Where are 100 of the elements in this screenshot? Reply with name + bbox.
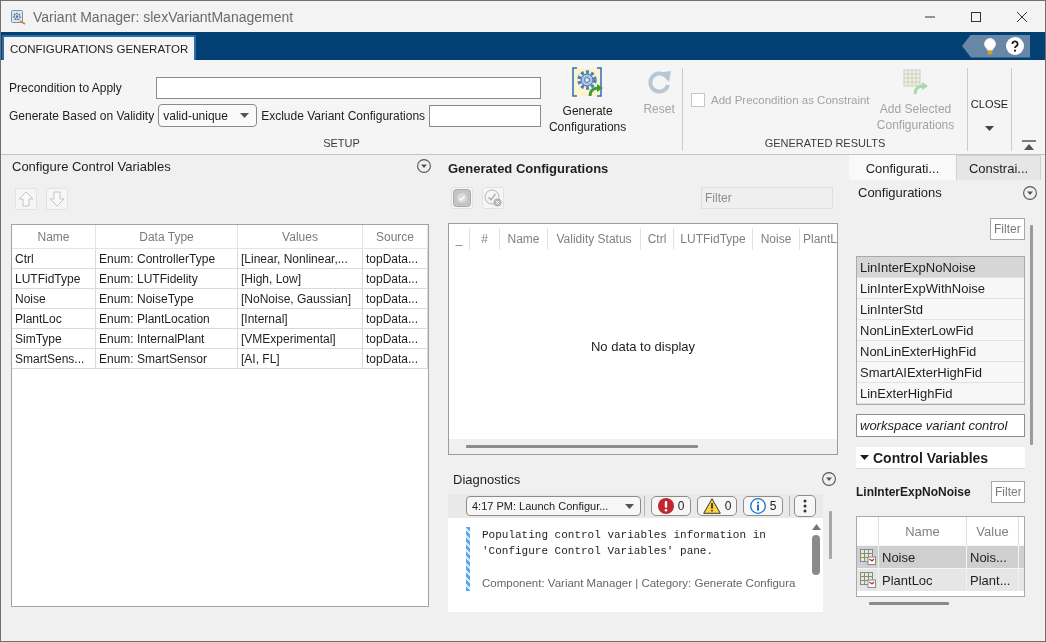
error-count-button[interactable]: 0 bbox=[651, 496, 691, 516]
gear-arrow-icon bbox=[571, 67, 604, 97]
caret-icon bbox=[240, 113, 250, 118]
table-cell: SmartSens... bbox=[12, 349, 96, 369]
empty-message: No data to display bbox=[590, 339, 696, 354]
panel-tab[interactable]: Configurati... bbox=[849, 155, 956, 180]
more-button[interactable] bbox=[794, 495, 816, 517]
column-header[interactable]: Validity Status bbox=[548, 228, 641, 250]
check-square-icon bbox=[453, 188, 471, 207]
column-header[interactable]: Name bbox=[500, 228, 548, 250]
collapse-icon[interactable] bbox=[1021, 140, 1036, 150]
scrollbar-thumb[interactable] bbox=[466, 445, 698, 448]
table-cell: PlantLoc bbox=[12, 309, 96, 329]
ribbon-tab[interactable]: CONFIGURATIONS GENERATOR bbox=[2, 35, 197, 60]
pane-menu-icon[interactable] bbox=[822, 472, 836, 486]
caret-icon bbox=[985, 126, 994, 131]
table-cell: [AI, FL] bbox=[238, 349, 363, 369]
table-cell: topData... bbox=[363, 329, 428, 349]
list-item[interactable]: NonLinExterHighFid bbox=[857, 341, 1024, 362]
info-count-button[interactable]: 5 bbox=[743, 496, 783, 516]
pane-title: Configure Control Variables bbox=[12, 158, 171, 174]
table-cell: topData... bbox=[363, 249, 428, 269]
message-text: Populating control variables information in 'Configure Control Variables' pane. bbox=[482, 528, 767, 559]
table-cell: SimType bbox=[12, 329, 96, 349]
error-icon bbox=[657, 498, 674, 514]
table-cell: Enum: ControllerType bbox=[96, 249, 238, 269]
list-item[interactable]: NonLinExterLowFid bbox=[857, 320, 1024, 341]
column-header[interactable]: Noise bbox=[753, 228, 800, 250]
table-cell: Enum: SmartSensor bbox=[96, 349, 238, 369]
lightbulb-icon[interactable] bbox=[984, 37, 996, 55]
scroll-up-icon[interactable] bbox=[811, 524, 821, 530]
column-header[interactable]: Source bbox=[363, 225, 428, 249]
minimize-icon[interactable] bbox=[925, 15, 935, 18]
filter-field[interactable]: Filter bbox=[990, 218, 1025, 240]
generate-button[interactable]: Generate Configurations bbox=[545, 60, 631, 137]
field-label: Precondition to Apply bbox=[9, 81, 123, 95]
table-cell: [NoNoise, Gaussian] bbox=[238, 289, 363, 309]
table-row[interactable]: PlantLoc Plant... bbox=[857, 568, 1024, 591]
table-cell: [Linear, Nonlinear,... bbox=[238, 249, 363, 269]
column-header[interactable]: Values bbox=[238, 225, 363, 249]
validity-dropdown[interactable]: valid-unique bbox=[158, 104, 258, 127]
caret-icon bbox=[625, 503, 634, 509]
exclude-field[interactable] bbox=[429, 104, 542, 127]
section-title: GENERATED RESULTS bbox=[764, 137, 886, 149]
scrollbar-thumb[interactable] bbox=[812, 535, 820, 575]
scrollbar-thumb[interactable] bbox=[869, 602, 949, 605]
table-cell: Noise bbox=[12, 289, 96, 309]
list-item[interactable]: LinInterExpWithNoise bbox=[857, 278, 1024, 299]
info-icon bbox=[749, 498, 766, 514]
scrollbar-thumb[interactable] bbox=[1030, 225, 1033, 445]
column-header[interactable]: PlantL bbox=[800, 228, 837, 250]
column-header[interactable]: _ bbox=[449, 228, 470, 250]
refresh-icon bbox=[646, 69, 673, 95]
column-header[interactable]: Data Type bbox=[96, 225, 238, 249]
table-cell: topData... bbox=[363, 309, 428, 329]
warning-count-button[interactable]: 0 bbox=[697, 496, 737, 516]
maximize-icon[interactable] bbox=[971, 11, 981, 22]
table-row[interactable]: Noise Nois... bbox=[857, 545, 1024, 568]
column-header[interactable]: LUTFidType bbox=[674, 228, 753, 250]
configuration-name: LinInterExpNoNoise bbox=[856, 484, 971, 499]
list-item[interactable]: LinExterHighFid bbox=[857, 383, 1024, 404]
check-cross-icon bbox=[484, 188, 502, 207]
down-arrow-icon bbox=[49, 191, 65, 207]
column-header[interactable]: # bbox=[470, 228, 500, 250]
warning-icon bbox=[702, 498, 721, 514]
column-header[interactable]: Name bbox=[12, 225, 96, 249]
source-field[interactable]: workspace variant control bbox=[856, 414, 1025, 437]
precondition-field[interactable] bbox=[156, 77, 541, 99]
help-icon[interactable] bbox=[1006, 37, 1024, 55]
column-header[interactable]: Ctrl bbox=[641, 228, 674, 250]
table-icon bbox=[860, 572, 876, 588]
pane-menu-icon[interactable] bbox=[1023, 185, 1037, 200]
pane-title: Diagnostics bbox=[453, 471, 521, 487]
table-cell: topData... bbox=[363, 349, 428, 369]
table-cell: LUTFidType bbox=[12, 269, 96, 289]
session-dropdown[interactable]: 4:17 PM: Launch Configur... bbox=[466, 496, 641, 516]
section-header[interactable]: Control Variables bbox=[856, 447, 1025, 469]
close-button[interactable]: CLOSE bbox=[968, 60, 1011, 131]
app-icon bbox=[10, 8, 26, 25]
table-cell: topData... bbox=[363, 289, 428, 309]
list-item[interactable]: LinInterExpNoNoise bbox=[857, 257, 1024, 278]
close-icon[interactable] bbox=[1017, 11, 1027, 22]
severity-bar bbox=[466, 527, 470, 591]
pane-title: Generated Configurations bbox=[448, 160, 609, 176]
pane-menu-icon[interactable] bbox=[417, 159, 431, 173]
table-arrow-icon bbox=[902, 69, 929, 95]
checkbox-label: Add Precondition as Constraint bbox=[711, 94, 870, 106]
table-cell: [VMExperimental] bbox=[238, 329, 363, 349]
pane-title: Configurations bbox=[858, 185, 942, 200]
list-item[interactable]: LinInterStd bbox=[857, 299, 1024, 320]
table-cell: PlantLoc bbox=[879, 569, 967, 591]
table-cell: Ctrl bbox=[12, 249, 96, 269]
field-label: Generate Based on Validity bbox=[9, 108, 155, 123]
panel-tab[interactable]: Constrai... bbox=[956, 155, 1041, 180]
table-cell: Plant... bbox=[967, 569, 1019, 591]
scrollbar-thumb[interactable] bbox=[829, 511, 832, 559]
list-item[interactable]: SmartAIExterHighFid bbox=[857, 362, 1024, 383]
filter-field[interactable]: Filter bbox=[991, 480, 1025, 503]
field-label: Exclude Variant Configurations bbox=[261, 108, 426, 123]
section-title: SETUP bbox=[323, 137, 360, 149]
